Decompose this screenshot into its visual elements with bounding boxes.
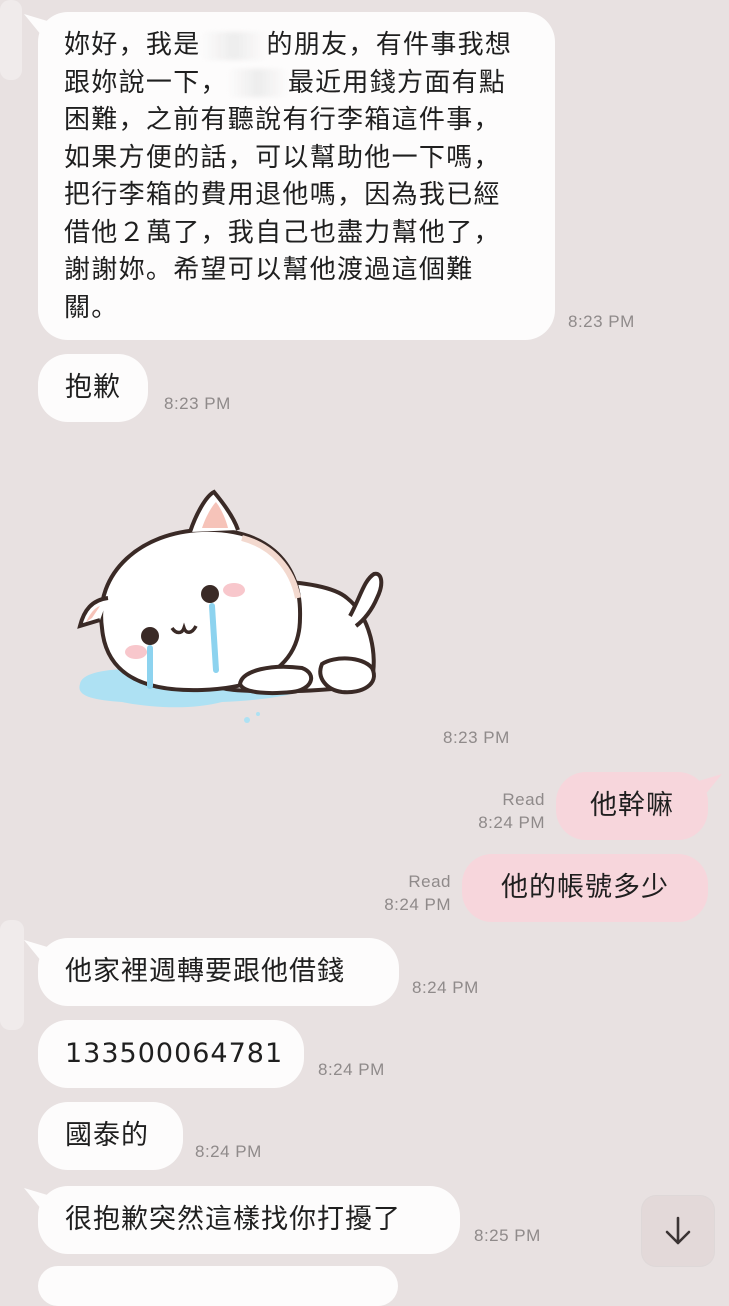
crying-cat-sticker[interactable] [72,488,392,738]
message-timestamp: 8:24 PM [195,1142,262,1161]
read-receipt: Read 8:24 PM [460,788,545,834]
edge-decoration [0,0,22,80]
read-label: Read [408,872,451,891]
arrow-down-icon [665,1216,691,1245]
message-text: 最近用錢方面有點困難，之前有聽說有行李箱這件事，如果方便的話，可以幫助他一下嗎，… [64,67,507,323]
chat-area[interactable]: 妳好，我是 的朋友，有件事我想跟妳說一下， 最近用錢方面有點困難，之前有聽說有行李箱… [0,0,729,1306]
incoming-message[interactable]: 很抱歉突然這樣找你打擾了 [38,1186,460,1254]
read-label: Read [502,790,545,809]
message-text: 抱歉 [65,372,121,403]
incoming-message-long[interactable]: 妳好，我是 的朋友，有件事我想跟妳說一下， 最近用錢方面有點困難，之前有聽說有行李箱… [38,12,555,340]
incoming-message-partial[interactable] [38,1266,398,1306]
message-text: 妳好，我是 [64,30,201,60]
redacted-name [200,31,267,60]
message-timestamp: 8:23 PM [443,728,510,747]
incoming-message[interactable]: 他家裡週轉要跟他借錢 [38,938,399,1006]
outgoing-message[interactable]: 他幹嘛 [556,772,708,840]
message-timestamp: 8:25 PM [474,1226,541,1245]
incoming-message[interactable]: 133500064781 [38,1020,304,1088]
incoming-message[interactable]: 國泰的 [38,1102,183,1170]
message-timestamp: 8:24 PM [478,813,545,832]
scroll-to-bottom-button[interactable] [642,1196,714,1266]
edge-decoration [0,920,24,1030]
message-text: 他幹嘛 [590,790,674,821]
read-receipt: Read 8:24 PM [366,870,451,916]
message-timestamp: 8:23 PM [164,394,231,413]
incoming-message[interactable]: 抱歉 [38,354,148,422]
outgoing-message[interactable]: 他的帳號多少 [462,854,708,922]
message-text: 他的帳號多少 [501,872,669,903]
message-text: 133500064781 [65,1038,284,1069]
message-timestamp: 8:24 PM [384,895,451,914]
crying-cat-icon [77,489,384,723]
message-timestamp: 8:24 PM [412,978,479,997]
message-text: 國泰的 [65,1120,149,1151]
message-text: 很抱歉突然這樣找你打擾了 [65,1204,401,1235]
message-timestamp: 8:24 PM [318,1060,385,1079]
message-text: 他家裡週轉要跟他借錢 [65,956,345,987]
message-timestamp: 8:23 PM [568,312,635,331]
redacted-name [227,69,288,97]
